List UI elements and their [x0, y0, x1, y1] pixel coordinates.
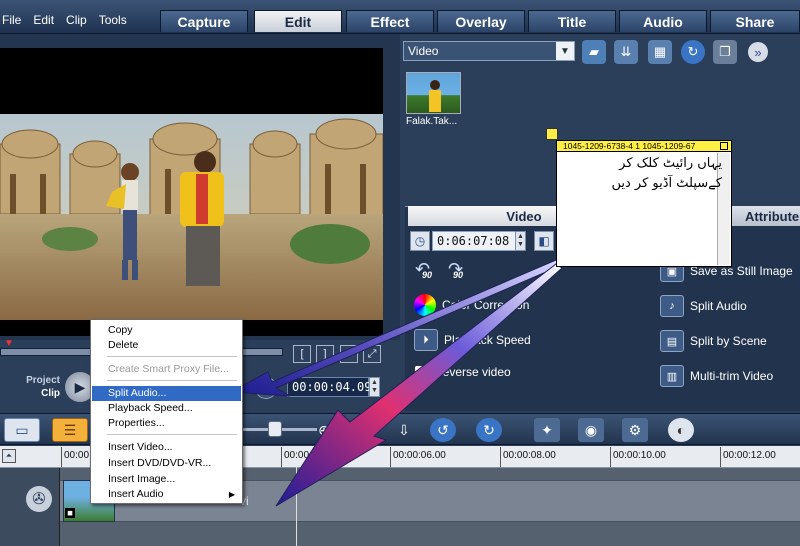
menu-item-split-audio[interactable]: Split Audio... — [92, 386, 241, 401]
menu-item-playback-speed[interactable]: Playback Speed... — [92, 401, 241, 416]
insert-audio-label: Insert Audio — [108, 488, 164, 500]
menu-item-smart-proxy[interactable]: Create Smart Proxy File... — [92, 362, 241, 377]
note-line: کےسپلٹ آڈیو کر دیں — [611, 176, 723, 191]
note-close-icon[interactable] — [720, 142, 728, 150]
note-anchor[interactable] — [546, 128, 558, 140]
menu-item-insert-image[interactable]: Insert Image... — [92, 472, 241, 487]
menu-separator — [107, 434, 237, 435]
menu-item-insert-dvd[interactable]: Insert DVD/DVD-VR... — [92, 456, 241, 471]
menu-item-insert-video[interactable]: Insert Video... — [92, 440, 241, 455]
note-header: 1045-1209-6738-4 1 1045-1209-67 — [556, 140, 732, 152]
menu-item-insert-audio[interactable]: Insert Audio ▶ — [92, 487, 241, 502]
menu-separator — [107, 380, 237, 381]
menu-item-properties[interactable]: Properties... — [92, 416, 241, 431]
menu-item-delete[interactable]: Delete — [92, 338, 241, 353]
menu-separator — [107, 356, 237, 357]
note-line: یہاں رائیٹ کلک کر — [619, 156, 722, 171]
context-menu: Copy Delete Create Smart Proxy File... S… — [90, 319, 243, 504]
menu-item-copy[interactable]: Copy — [92, 323, 241, 338]
note-body: یہاں رائیٹ کلک کر کےسپلٹ آڈیو کر دیں — [562, 154, 723, 194]
submenu-arrow-icon: ▶ — [228, 490, 235, 499]
